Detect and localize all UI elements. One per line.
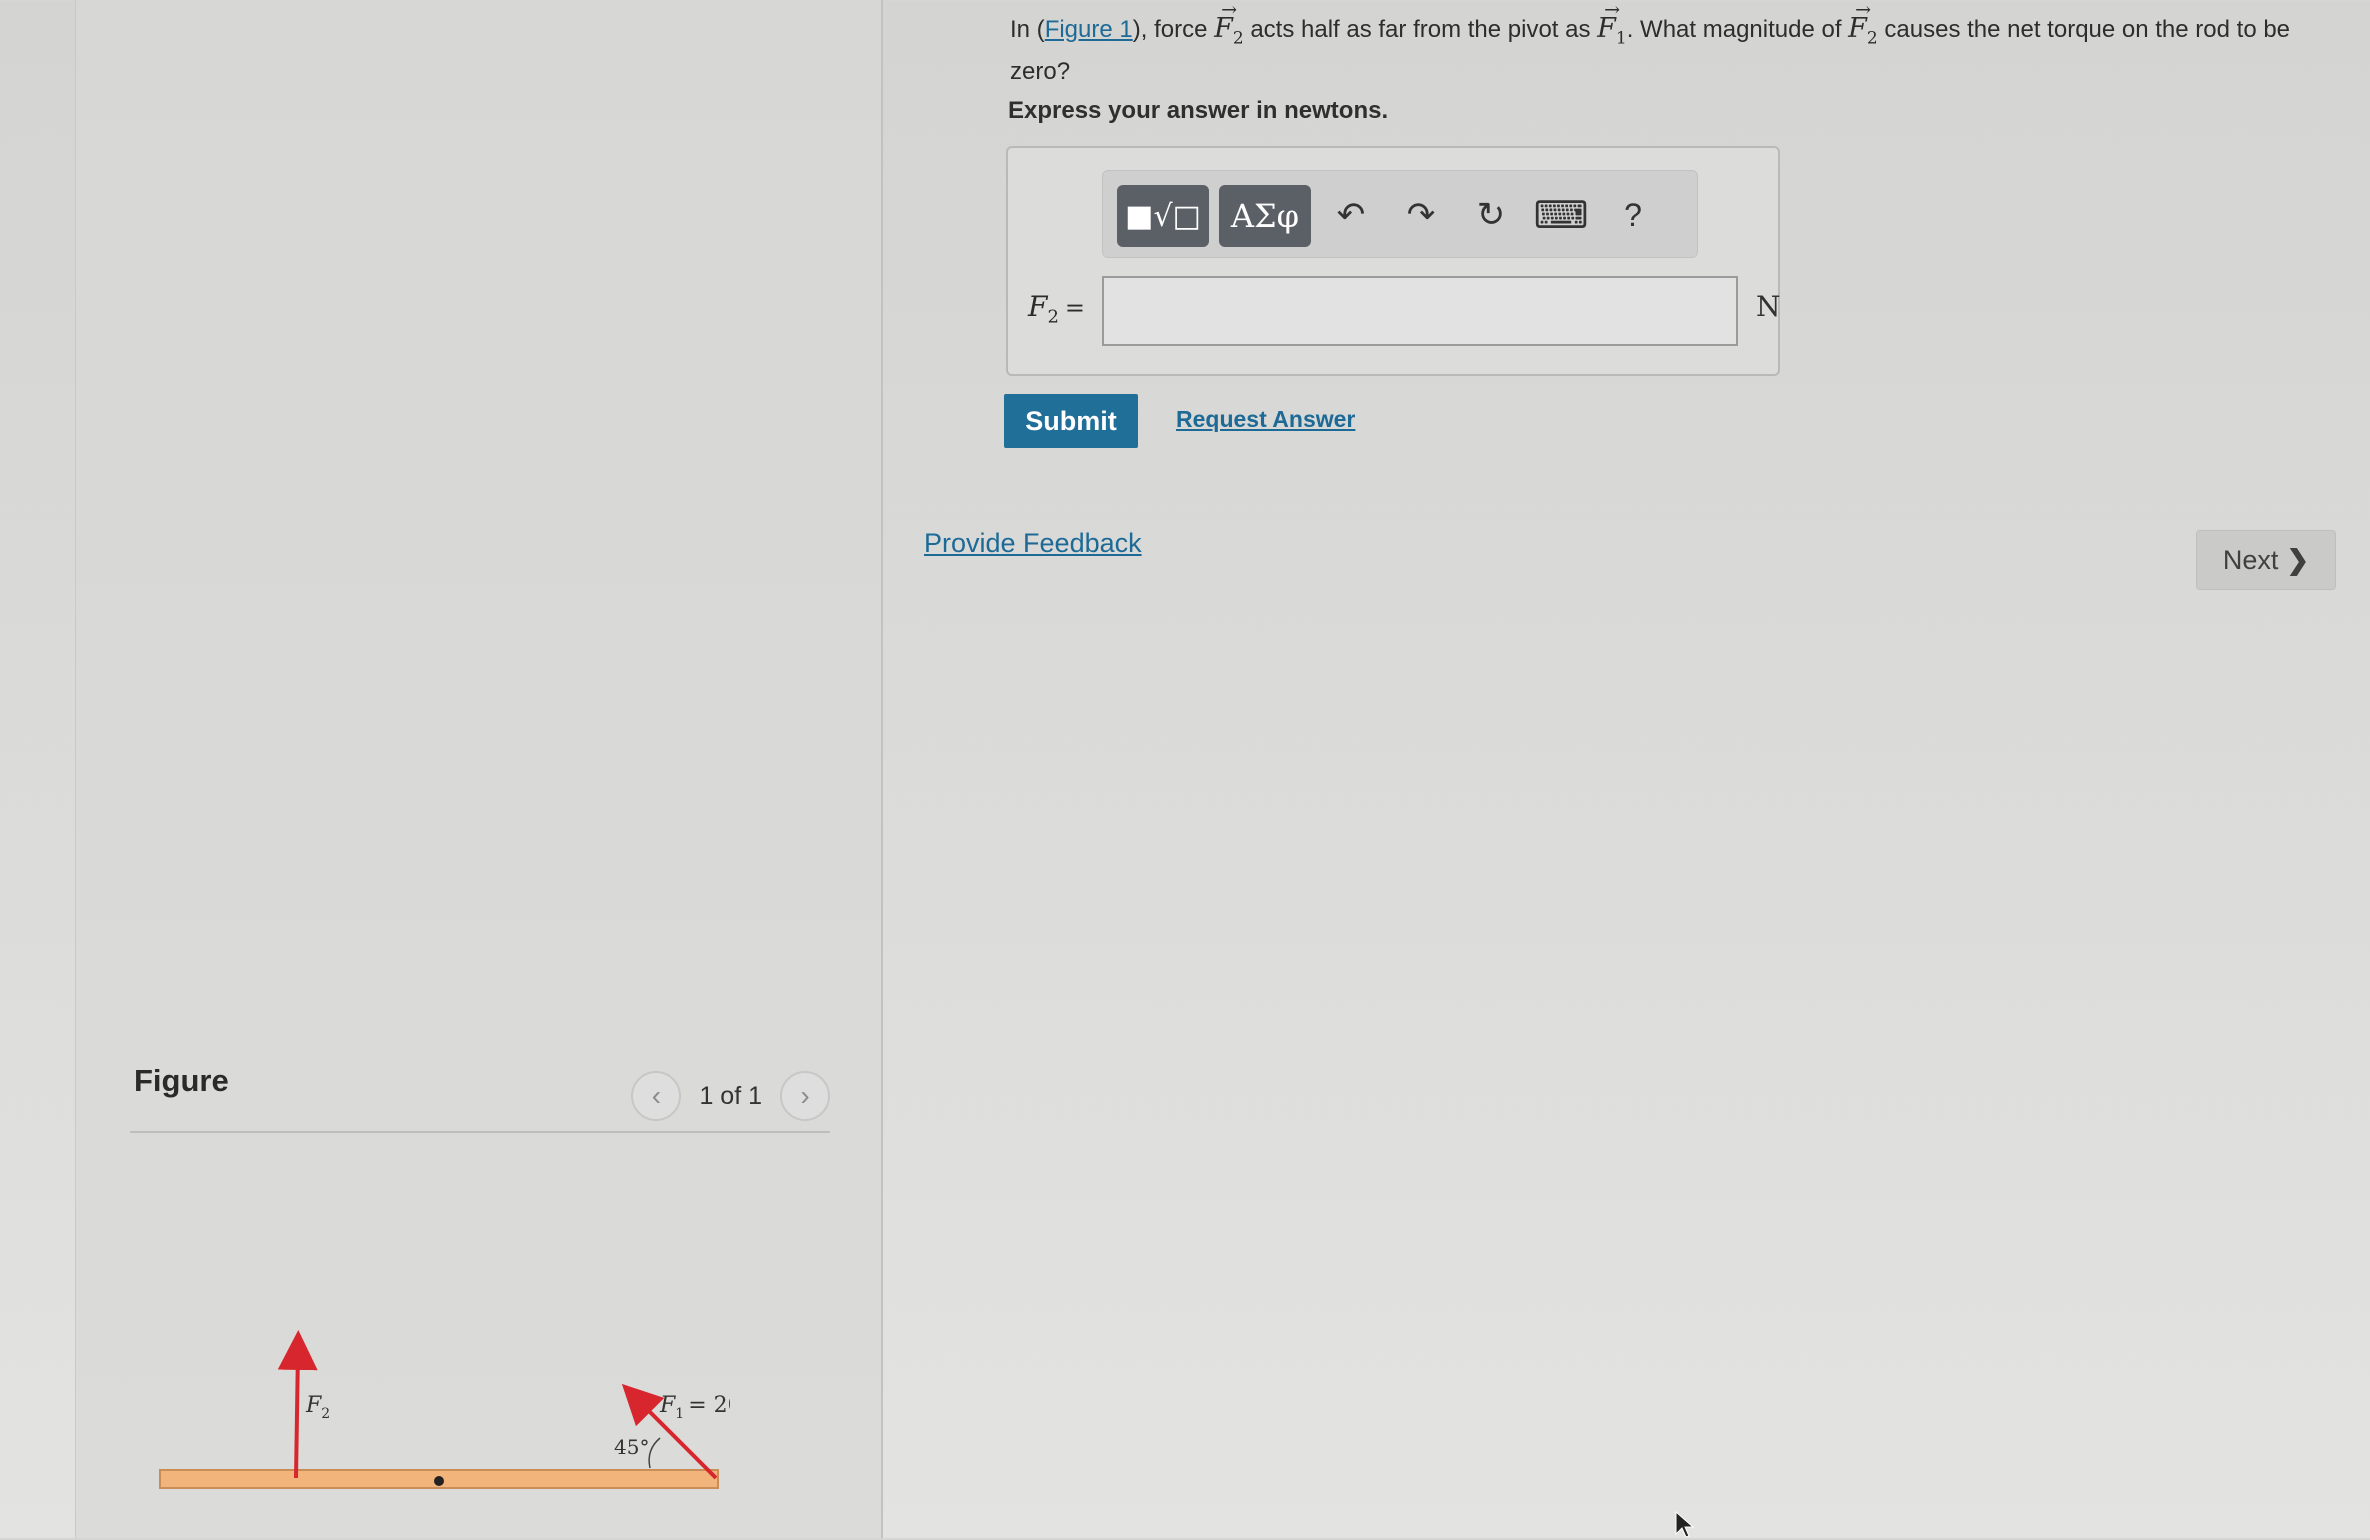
greek-icon: ΑΣφ [1230, 197, 1300, 235]
help-button[interactable]: ? [1607, 189, 1659, 241]
reset-icon: ↻ [1476, 196, 1506, 234]
chevron-right-icon: › [800, 1080, 810, 1111]
redo-icon: ↷ [1406, 196, 1436, 234]
angle-arc [648, 1437, 661, 1469]
mouse-cursor-icon [1675, 1510, 1695, 1538]
vector-f2-second: F2 [1848, 0, 1878, 55]
answer-unit: N [1756, 290, 1781, 323]
question-part1: ), force [1132, 16, 1215, 43]
question-text: In (Figure 1), force F2 acts half as far… [1010, 0, 2310, 89]
angle-label: 45° [614, 1435, 649, 1459]
vector-f1: F1 [1597, 0, 1627, 55]
request-answer-link[interactable]: Request Answer [1176, 406, 1355, 433]
answer-input[interactable] [1102, 276, 1738, 346]
answer-instruction: Express your answer in newtons. [1008, 97, 1389, 124]
keyboard-button[interactable]: ⌨ [1533, 189, 1589, 241]
undo-icon: ↶ [1336, 196, 1366, 234]
vector-f2: F2 [1214, 0, 1244, 55]
prev-figure-button[interactable]: ‹ [631, 1071, 682, 1121]
chevron-left-icon: ‹ [651, 1080, 662, 1111]
template-icon: ■√□ [1125, 198, 1201, 234]
pivot-point [434, 1476, 444, 1486]
provide-feedback-link[interactable]: Provide Feedback [924, 528, 1142, 559]
next-button[interactable]: Next ❯ [2196, 530, 2336, 590]
question-prefix: In ( [1010, 16, 1045, 43]
next-label: Next [2222, 544, 2279, 575]
chevron-right-icon: ❯ [2286, 544, 2310, 575]
reset-button[interactable]: ↻ [1465, 189, 1517, 241]
next-figure-button[interactable]: › [780, 1071, 830, 1121]
question-part2: acts half as far from the pivot as [1250, 16, 1598, 43]
greek-symbols-button[interactable]: ΑΣφ [1219, 185, 1311, 247]
figure-link[interactable]: Figure 1 [1045, 16, 1133, 43]
answer-label: F2 = [1028, 290, 1085, 328]
math-toolbar: ■√□ ΑΣφ ↶ ↷ ↻ ⌨ ? [1102, 170, 1698, 258]
f2-label: F2 [305, 1393, 330, 1422]
f1-label: F1= 20.0 N [659, 1393, 730, 1422]
redo-button[interactable]: ↷ [1395, 189, 1447, 241]
figure-panel [75, 0, 883, 1538]
rod-figure: F2 F1= 20.0 N 45° [159, 1330, 730, 1489]
answer-box: ■√□ ΑΣφ ↶ ↷ ↻ ⌨ ? F2 = N [1006, 146, 1781, 376]
figure-header: Figure ‹ 1 of 1 › [130, 1055, 830, 1133]
keyboard-icon: ⌨ [1533, 194, 1589, 237]
figure-pager: ‹ 1 of 1 › [631, 1071, 830, 1121]
force-f2-arrow [277, 1330, 318, 1479]
figure-page-count: 1 of 1 [699, 1081, 762, 1110]
figure-title: Figure [134, 1063, 229, 1098]
submit-button[interactable]: Submit [1004, 394, 1138, 448]
help-icon: ? [1624, 196, 1642, 233]
template-button[interactable]: ■√□ [1117, 185, 1209, 247]
question-part3: . What magnitude of [1626, 16, 1849, 43]
undo-button[interactable]: ↶ [1325, 189, 1377, 241]
